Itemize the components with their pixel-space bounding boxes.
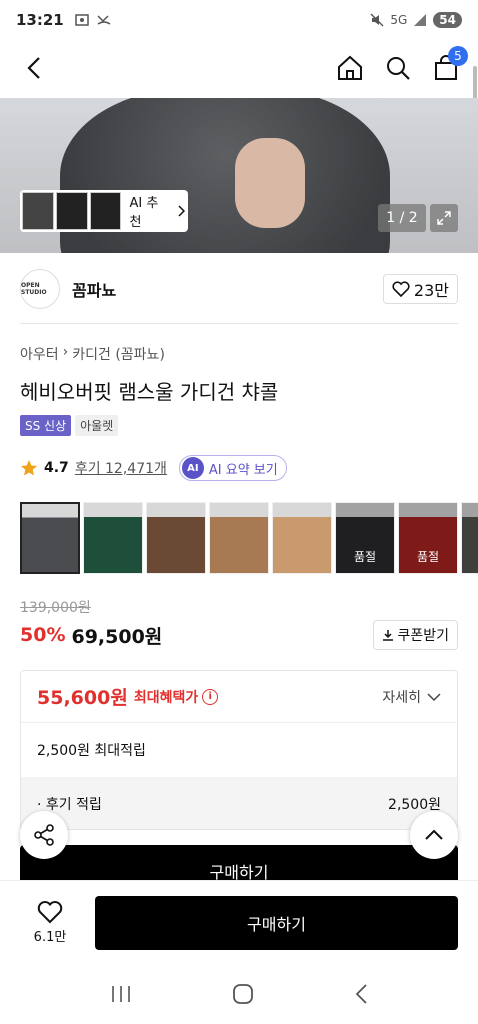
sale-price: 69,500원 [71, 625, 163, 648]
coupon-label: 쿠폰받기 [397, 628, 449, 644]
review-points-row: · 후기 적립 2,500원 [21, 777, 457, 829]
cart-button[interactable]: 5 [432, 46, 468, 82]
discount-rate: 50% [20, 624, 66, 646]
home-icon [338, 55, 362, 80]
bottom-bar: 6.1만 구매하기 [0, 880, 478, 964]
expand-button[interactable] [430, 204, 458, 232]
divider [20, 323, 458, 324]
color-option[interactable] [146, 502, 206, 574]
status-time: 13:21 [16, 11, 64, 29]
share-icon [34, 824, 54, 846]
color-option[interactable]: 품절 [335, 502, 395, 574]
back-button[interactable] [18, 52, 50, 84]
wishlist-count: 6.1만 [33, 930, 67, 945]
detail-label: 자세히 [382, 689, 421, 706]
search-icon [387, 57, 410, 80]
cart-count-badge: 5 [448, 46, 468, 66]
brand-like-button[interactable]: 23만 [382, 274, 458, 304]
max-points: 2,500원 최대적립 [37, 743, 146, 759]
heart-icon [392, 281, 410, 297]
signal-icon [414, 14, 427, 26]
ai-badge: AI [181, 457, 204, 479]
soldout-label: 품절 [353, 550, 377, 564]
soldout-label: 품절 [462, 548, 478, 565]
soldout-label: 품절 [416, 550, 440, 564]
color-option[interactable] [272, 502, 332, 574]
chevron-right-icon: › [62, 344, 69, 360]
wishlist-button[interactable]: 6.1만 [20, 900, 80, 945]
product-tags: SS 신상 아울렛 [20, 415, 119, 436]
buy-button[interactable]: 구매하기 [95, 895, 458, 950]
image-counter: 1 / 2 [378, 204, 426, 232]
brand-logo-text: OPEN STUDIO [21, 282, 47, 296]
top-nav: 5 [0, 40, 478, 96]
color-option[interactable] [209, 502, 269, 574]
missed-call-icon [97, 15, 111, 25]
heart-icon [37, 901, 63, 924]
ai-recommend-button[interactable]: AI 추천 [20, 190, 188, 232]
product-image-gallery[interactable]: AI 추천 1 / 2 [0, 98, 478, 253]
purchase-strip[interactable]: 구매하기 [20, 845, 458, 880]
recent-apps-icon[interactable] [110, 984, 132, 1004]
best-price-row[interactable]: 55,600원 최대혜택가 i 자세히 [21, 671, 457, 723]
color-option[interactable]: 품절 [461, 502, 478, 574]
ai-summary-label: AI 요약 보기 [208, 462, 278, 478]
mute-icon [370, 13, 384, 27]
chevron-up-icon [425, 829, 443, 840]
chevron-down-icon [427, 692, 441, 701]
color-option[interactable]: 품절 [398, 502, 458, 574]
color-option[interactable] [20, 502, 80, 574]
product-photo-hands [235, 138, 305, 228]
brand-logo[interactable]: OPEN STUDIO [20, 269, 60, 309]
color-option[interactable] [83, 502, 143, 574]
search-button[interactable] [384, 54, 412, 82]
star-icon [21, 460, 37, 476]
expand-icon [437, 211, 451, 225]
brand-like-count: 23만 [413, 281, 449, 300]
breadcrumb-item[interactable]: 카디건 (꼼파뇨) [72, 344, 165, 364]
brand-row: OPEN STUDIO 꼼파뇨 23만 [20, 267, 458, 311]
breadcrumb-item[interactable]: 아우터 [20, 344, 59, 364]
benefit-box: 55,600원 최대혜택가 i 자세히 2,500원 최대적립 · 후기 적립 … [20, 670, 458, 830]
original-price: 139,000원 [20, 600, 91, 616]
scroll-top-button[interactable] [410, 811, 458, 859]
breadcrumb: 아우터 › 카디건 (꼼파뇨) [20, 344, 165, 364]
home-button[interactable] [336, 54, 364, 82]
back-nav-icon[interactable] [354, 983, 368, 1005]
rating-row: 4.7 후기 12,471개 AI AI 요약 보기 [20, 455, 287, 481]
product-title: 헤비오버핏 램스울 가디건 챠콜 [20, 380, 279, 404]
network-label: 5G [390, 13, 408, 27]
chevron-right-icon [178, 205, 186, 217]
review-count-link[interactable]: 후기 12,471개 [75, 458, 167, 478]
tag-outlet: 아울렛 [75, 415, 119, 436]
ai-summary-button[interactable]: AI AI 요약 보기 [178, 455, 287, 481]
download-icon [383, 630, 394, 641]
chevron-left-icon [27, 57, 40, 79]
recommend-thumb [55, 192, 88, 230]
best-price-label: 최대혜택가 [133, 689, 199, 706]
points-row: 2,500원 최대적립 [21, 723, 457, 777]
color-options: 품절품절품절품 [20, 502, 478, 574]
detail-toggle[interactable]: 자세히 [382, 687, 441, 707]
share-button[interactable] [20, 811, 68, 859]
status-left-icons [74, 12, 112, 28]
home-nav-icon[interactable] [232, 983, 254, 1005]
coupon-button[interactable]: 쿠폰받기 [373, 620, 458, 650]
screenshot-icon [75, 14, 89, 26]
battery-indicator: 54 [433, 12, 462, 28]
info-icon[interactable]: i [202, 688, 219, 705]
tag-new: SS 신상 [20, 415, 72, 436]
recommend-thumb [22, 192, 54, 230]
status-bar: 13:21 5G 54 [0, 0, 478, 40]
ai-recommend-label: AI 추천 [129, 196, 159, 230]
system-nav-bar [0, 964, 478, 1024]
header-icons: 5 [336, 46, 468, 82]
price-row: 50% 69,500원 쿠폰받기 [20, 620, 458, 650]
brand-name[interactable]: 꼼파뇨 [72, 277, 116, 301]
best-price: 55,600원 [37, 687, 128, 709]
rating-score: 4.7 [44, 460, 69, 476]
status-right-icons: 5G 54 [370, 12, 462, 28]
purchase-strip-label: 구매하기 [209, 863, 269, 880]
recommend-thumb [89, 192, 122, 230]
